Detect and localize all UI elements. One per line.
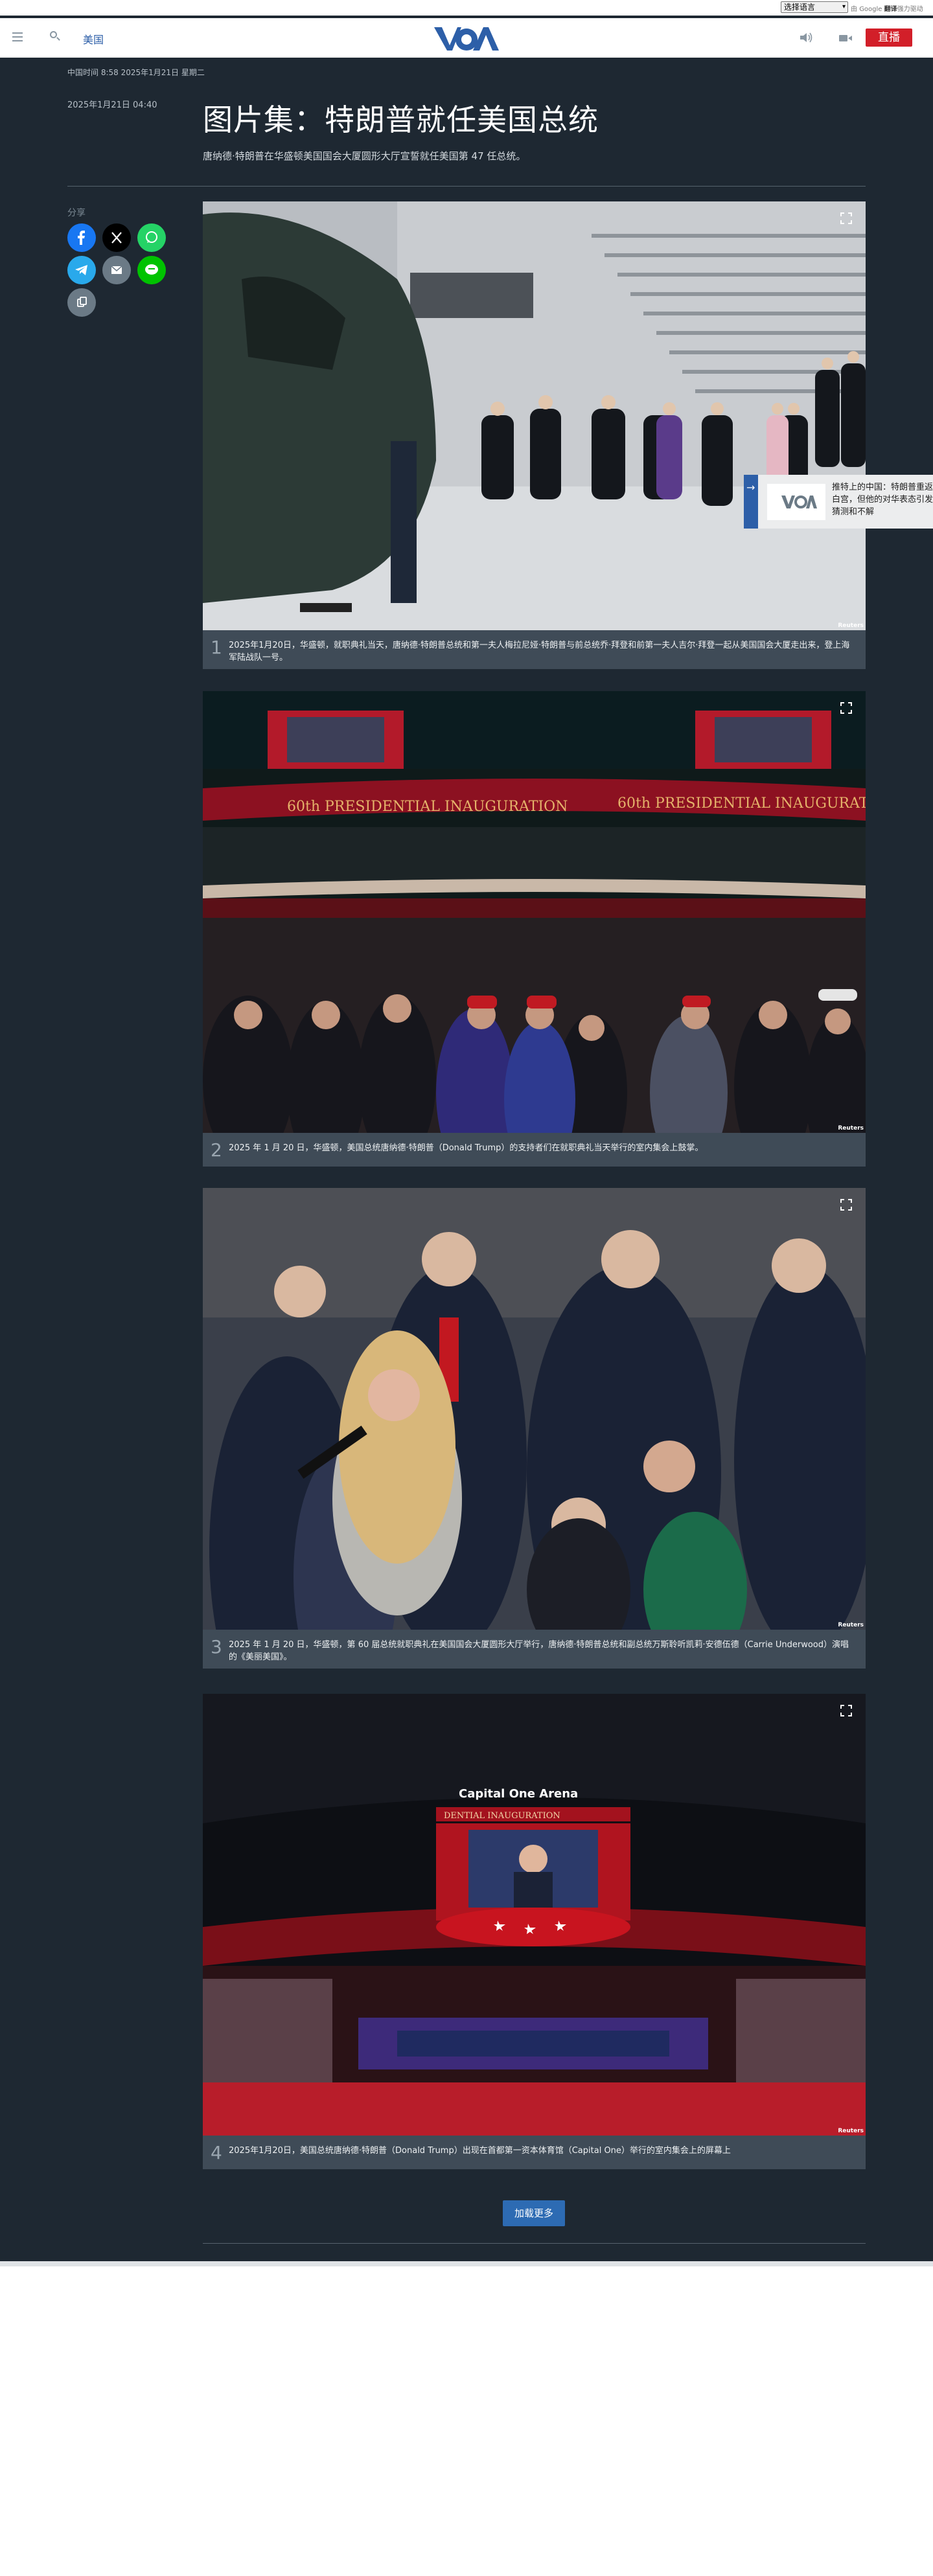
fullscreen-icon[interactable]: [840, 212, 853, 225]
facebook-icon: [67, 223, 96, 252]
divider: [203, 2243, 866, 2244]
article-subtitle: 唐纳德·特朗普在华盛顿美国国会大厦圆形大厅宣誓就任美国第 47 任总统。: [203, 150, 526, 162]
x-share-button[interactable]: [102, 223, 131, 252]
section-link[interactable]: 美国: [83, 31, 104, 47]
line-share-button[interactable]: [137, 256, 166, 284]
slide-number: 2: [211, 1139, 222, 1161]
slide-number: 1: [211, 637, 222, 658]
rally-supporters-image: 60th PRESIDENTIAL INAUGURATION 60th PRES…: [203, 691, 866, 1133]
photo-caption: 1 2025年1月20日，华盛顿，就职典礼当天，唐纳德·特朗普总统和第一夫人梅拉…: [203, 630, 866, 669]
load-more-button[interactable]: 加载更多: [503, 2200, 565, 2226]
recommended-article-title[interactable]: 推特上的中国：特朗普重返白宫，但他的对华表态引发猜测和不解: [832, 481, 933, 523]
powered-suffix: 强力驱动: [897, 6, 923, 13]
caption-text: 2025 年 1 月 20 日，华盛顿，第 60 届总统就职典礼在美国国会大厦圆…: [229, 1640, 849, 1662]
email-icon: [102, 256, 131, 284]
carrie-underwood-image: [203, 1188, 866, 1630]
footer-strip: [0, 2261, 933, 2266]
email-share-button[interactable]: [102, 256, 131, 284]
menu-icon[interactable]: [10, 30, 25, 44]
caption-text: 2025年1月20日，美国总统唐纳德·特朗普（Donald Trump）出现在首…: [229, 2146, 731, 2156]
voa-logo[interactable]: [433, 25, 500, 53]
whatsapp-share-button[interactable]: [137, 223, 166, 252]
arrow-right-icon: →: [746, 481, 755, 494]
x-icon: [102, 223, 131, 252]
translate-bar: 选择语言 ▾ 由 Google 翻译强力驱动: [0, 0, 933, 16]
slide-number: 4: [211, 2142, 222, 2163]
photo-credit: Reuters: [838, 1622, 864, 1628]
page-title: 图片集：特朗普就任美国总统: [203, 102, 599, 137]
inauguration-departure-image: [203, 201, 866, 630]
whatsapp-icon: [137, 223, 166, 252]
photo-caption: 2 2025 年 1 月 20 日，华盛顿，美国总统唐纳德·特朗普（Donald…: [203, 1133, 866, 1167]
fullscreen-icon[interactable]: [840, 1198, 853, 1211]
telegram-share-button[interactable]: [67, 256, 96, 284]
recommended-article-card[interactable]: → 推特上的中国：特朗普重返白宫，但他的对华表态引发猜测和不解: [744, 475, 933, 529]
language-select-label: 选择语言: [784, 3, 816, 12]
line-icon: [137, 256, 166, 284]
banner-text-2: 60th PRESIDENTIAL INAUGURATION: [617, 795, 866, 812]
copy-link-button[interactable]: [67, 288, 96, 317]
photo-2[interactable]: 60th PRESIDENTIAL INAUGURATION 60th PRES…: [203, 691, 866, 1133]
language-select[interactable]: 选择语言 ▾: [781, 1, 848, 13]
slide-number: 3: [211, 1636, 222, 1658]
capital-one-arena-image: Capital One Arena DENTIAL INAUGURATION: [203, 1694, 866, 2136]
article-main: 中国时间 8:58 2025年1月21日 星期二 2025年1月21日 04:4…: [0, 58, 933, 2261]
chevron-down-icon: ▾: [842, 3, 846, 10]
caption-text: 2025年1月20日，华盛顿，就职典礼当天，唐纳德·特朗普总统和第一夫人梅拉尼娅…: [229, 641, 850, 663]
photo-4[interactable]: Capital One Arena DENTIAL INAUGURATION R…: [203, 1694, 866, 2136]
photo-1[interactable]: Reuters: [203, 201, 866, 630]
powered-prefix: 由: [851, 6, 857, 13]
facebook-share-button[interactable]: [67, 223, 96, 252]
site-header: 美国 直播: [0, 18, 933, 57]
divider: [67, 186, 866, 187]
current-time: 中国时间 8:58 2025年1月21日 星期二: [67, 68, 205, 77]
photo-credit: Reuters: [838, 1125, 864, 1132]
live-button[interactable]: 直播: [866, 28, 912, 47]
video-icon[interactable]: [838, 32, 853, 44]
photo-credit: Reuters: [838, 622, 864, 629]
copy-icon: [67, 288, 96, 317]
translate-word[interactable]: 翻译: [884, 6, 897, 13]
photo-caption: 4 2025年1月20日，美国总统唐纳德·特朗普（Donald Trump）出现…: [203, 2136, 866, 2169]
share-label: 分享: [67, 208, 86, 218]
audio-icon[interactable]: [799, 31, 814, 44]
photo-credit: Reuters: [838, 2128, 864, 2134]
arena-sign: Capital One Arena: [459, 1787, 578, 1801]
fullscreen-icon[interactable]: [840, 701, 853, 714]
publish-date: 2025年1月21日 04:40: [67, 100, 157, 110]
scoreboard-banner: DENTIAL INAUGURATION: [444, 1811, 560, 1821]
card-toggle[interactable]: →: [744, 475, 758, 529]
banner-text: 60th PRESIDENTIAL INAUGURATION: [287, 799, 568, 815]
photo-3[interactable]: Reuters: [203, 1188, 866, 1630]
google-brand: Google: [859, 6, 882, 13]
photo-caption: 3 2025 年 1 月 20 日，华盛顿，第 60 届总统就职典礼在美国国会大…: [203, 1630, 866, 1669]
powered-by-google: 由 Google 翻译强力驱动: [851, 3, 923, 13]
fullscreen-icon[interactable]: [840, 1704, 853, 1717]
search-icon[interactable]: [48, 30, 62, 44]
voa-thumbnail-logo: [767, 484, 825, 520]
caption-text: 2025 年 1 月 20 日，华盛顿，美国总统唐纳德·特朗普（Donald T…: [229, 1143, 704, 1153]
telegram-icon: [67, 256, 96, 284]
